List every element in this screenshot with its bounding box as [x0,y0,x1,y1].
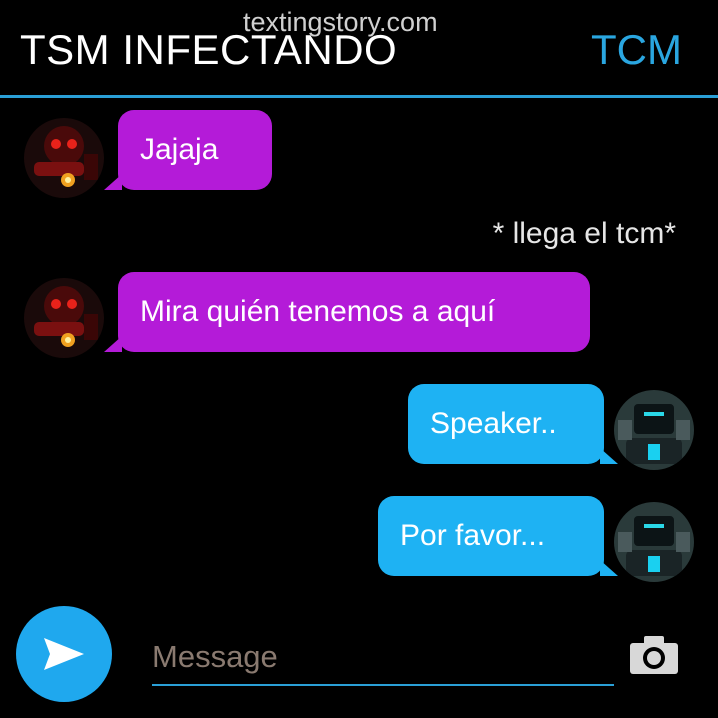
camera-icon [630,636,678,674]
send-button[interactable] [16,606,112,702]
red-robot-avatar[interactable] [24,118,104,198]
tv-robot-avatar[interactable] [614,390,694,470]
header-divider [0,95,718,98]
watermark: textingstory.com [243,7,438,37]
bubble-tail [600,448,618,464]
message-text: Mira quién tenemos a aquí [140,295,496,328]
bubble-tail [104,336,122,352]
message-text: Por favor... [400,519,546,552]
tv-robot-avatar[interactable] [614,502,694,582]
message-input[interactable]: Message [152,632,614,686]
message-bubble-outgoing[interactable]: Speaker.. [408,384,604,464]
message-text: Speaker.. [430,407,557,440]
send-icon [44,638,84,670]
red-robot-avatar[interactable] [24,278,104,358]
camera-button[interactable] [630,636,678,674]
narration-text: * llega el tcm* [492,217,676,250]
bubble-tail [104,174,122,190]
message-bubble-incoming[interactable]: Jajaja [118,110,272,190]
contact-name[interactable]: TCM [591,26,682,74]
message-text: Jajaja [140,133,219,166]
message-placeholder: Message [152,639,278,674]
message-bubble-incoming[interactable]: Mira quién tenemos a aquí [118,272,590,352]
bubble-tail [600,560,618,576]
message-bubble-outgoing[interactable]: Por favor... [378,496,604,576]
chat-header: TSM INFECTANDO textingstory.com TCM [0,0,718,98]
